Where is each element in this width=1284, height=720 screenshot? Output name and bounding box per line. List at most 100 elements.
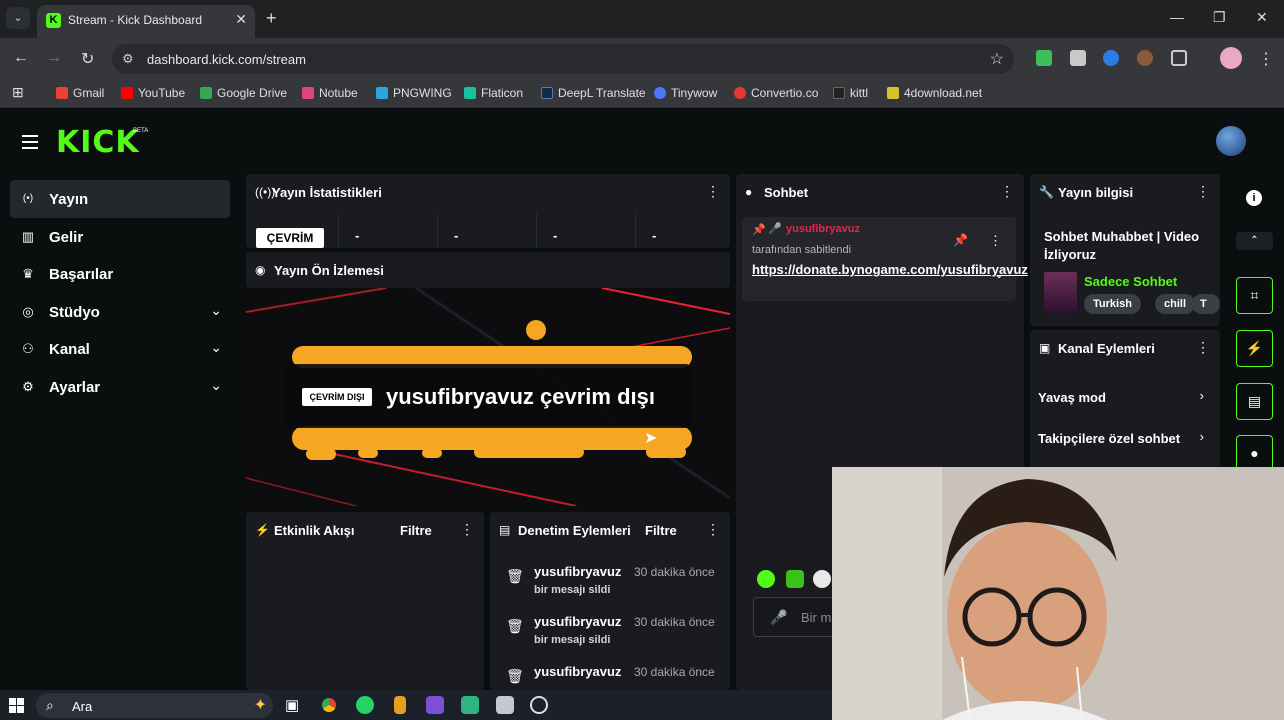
bookmark-kittl[interactable]: kittl: [833, 86, 868, 100]
address-bar[interactable]: ⚙ dashboard.kick.com/stream ☆: [112, 44, 1014, 74]
window-close-icon[interactable]: ✕: [1256, 9, 1268, 26]
close-tab-icon[interactable]: ✕: [235, 11, 247, 28]
log-user[interactable]: yusufibryavuz: [534, 614, 621, 629]
taskbar-search[interactable]: ⌕ Ara ✦: [36, 693, 273, 718]
extension-brown-icon[interactable]: [1137, 50, 1153, 66]
stream-title[interactable]: Sohbet Muhabbet | Video İzliyoruz: [1044, 228, 1214, 264]
chevron-right-icon[interactable]: ›: [1200, 388, 1204, 403]
pinned-link[interactable]: https://donate.bynogame.com/yusufibryavu…: [752, 261, 1028, 279]
bookmark-4download[interactable]: 4download.net: [887, 86, 982, 100]
more-options-icon[interactable]: ⋮: [1196, 183, 1210, 200]
stream-info-panel: 🔧 Yayın bilgisi ⋮ Sohbet Muhabbet | Vide…: [1030, 174, 1220, 326]
log-user[interactable]: yusufibryavuz: [534, 564, 621, 579]
sidebar-item-ayarlar[interactable]: ⚙ Ayarlar ⌄: [10, 368, 230, 406]
stream-tag[interactable]: chill: [1155, 294, 1196, 314]
rail-collapse-button[interactable]: ⌃: [1236, 232, 1273, 250]
task-view-icon[interactable]: ▣: [285, 696, 299, 714]
stream-preview[interactable]: ÇEVRİM DIŞI yusufibryavuz çevrim dışı ➤: [246, 288, 730, 506]
app-green-icon[interactable]: [461, 696, 479, 714]
maximize-icon[interactable]: ❐: [1213, 9, 1226, 26]
site-info-icon[interactable]: ⚙: [122, 51, 134, 67]
activity-feed-panel: ⚡ Etkinlik Akışı Filtre ⋮: [246, 512, 484, 690]
bookmark-gmail[interactable]: Gmail: [56, 86, 104, 100]
more-options-icon[interactable]: ⋮: [706, 183, 720, 200]
bookmark-notube[interactable]: Notube: [302, 86, 358, 100]
sidebar-item-kanal[interactable]: ⚇ Kanal ⌄: [10, 330, 230, 368]
filter-button[interactable]: Filtre: [400, 523, 432, 538]
stream-tag[interactable]: Turkish: [1084, 294, 1141, 314]
bookmark-star-icon[interactable]: ☆: [990, 49, 1004, 69]
user-avatar[interactable]: [1216, 126, 1246, 156]
menu-hamburger-icon[interactable]: [22, 135, 38, 153]
chevron-down-icon[interactable]: ⌄: [210, 302, 222, 319]
status-badge: ÇEVRİM: [256, 228, 324, 248]
extension-blue-icon[interactable]: [1103, 50, 1119, 66]
extension-shield-icon[interactable]: [1036, 50, 1052, 66]
app-yellow-icon[interactable]: [394, 696, 406, 714]
lightning-icon[interactable]: ⚡: [1236, 330, 1273, 367]
minimize-icon[interactable]: —: [1170, 9, 1184, 25]
chrome-icon[interactable]: [320, 696, 338, 714]
emote-ghost-icon[interactable]: [757, 570, 775, 588]
forward-icon[interactable]: →: [46, 49, 62, 67]
beta-badge: BETA: [133, 128, 149, 134]
profile-avatar[interactable]: [1220, 47, 1242, 69]
more-options-icon[interactable]: ⋮: [706, 521, 720, 538]
new-tab-button[interactable]: +: [266, 8, 277, 29]
tab-search-button[interactable]: ⌄: [6, 7, 30, 29]
more-options-icon[interactable]: ⋮: [1000, 183, 1014, 200]
chart-icon: ▥: [21, 228, 35, 244]
chevron-down-icon[interactable]: ⌄: [994, 267, 1004, 281]
unpin-icon[interactable]: 📌: [953, 233, 968, 247]
whatsapp-icon[interactable]: [356, 696, 374, 714]
stream-tag[interactable]: T: [1192, 294, 1220, 314]
slow-mode-action[interactable]: Yavaş mod: [1038, 390, 1106, 405]
log-user[interactable]: yusufibryavuz: [534, 664, 621, 679]
sidebar-item-yayin[interactable]: (•) Yayın: [10, 180, 230, 218]
windows-start-icon[interactable]: [9, 698, 24, 713]
bookmark-flaticon[interactable]: Flaticon: [464, 86, 523, 100]
sidebar-item-basarilar[interactable]: ♛ Başarılar: [10, 255, 230, 293]
address-url[interactable]: dashboard.kick.com/stream: [147, 52, 306, 67]
back-icon[interactable]: ←: [13, 49, 29, 67]
bookmark-deepl[interactable]: DeepL Translate: [541, 86, 646, 100]
kick-logo[interactable]: KICK: [56, 125, 140, 160]
panel-title: Sohbet: [764, 185, 809, 200]
pinned-username[interactable]: yusufibryavuz: [786, 223, 860, 235]
info-icon[interactable]: i: [1246, 190, 1262, 206]
emote-skull-icon[interactable]: [813, 570, 831, 588]
reload-icon[interactable]: ↻: [81, 49, 94, 69]
bookmark-convertio[interactable]: Convertio.co: [734, 86, 818, 100]
sidebar-item-gelir[interactable]: ▥ Gelir: [10, 218, 230, 256]
bookmark-tinywow[interactable]: Tinywow: [654, 86, 717, 100]
app-gray-icon[interactable]: [496, 696, 514, 714]
more-options-icon[interactable]: ⋮: [989, 233, 1002, 249]
bookmark-pngwing[interactable]: PNGWING: [376, 86, 452, 100]
chevron-right-icon[interactable]: ›: [1200, 429, 1204, 444]
bookmark-youtube[interactable]: YouTube: [121, 86, 185, 100]
followers-only-action[interactable]: Takipçilere özel sohbet: [1038, 431, 1180, 446]
screenshot-icon[interactable]: ⌗: [1236, 277, 1273, 314]
sidebar-item-studyo[interactable]: ◎ Stüdyo ⌄: [10, 293, 230, 331]
clipchamp-icon[interactable]: [426, 696, 444, 714]
log-time: 30 dakika önce: [634, 665, 715, 679]
more-options-icon[interactable]: ⋮: [1196, 339, 1210, 356]
browser-toolbar: ← → ↻ ⚙ dashboard.kick.com/stream ☆ ⋮: [0, 38, 1284, 80]
trash-icon: 🗑: [506, 668, 524, 684]
extensions-puzzle-icon[interactable]: [1171, 50, 1187, 66]
browser-menu-icon[interactable]: ⋮: [1258, 49, 1274, 69]
filter-button[interactable]: Filtre: [645, 523, 677, 538]
bookmark-google-drive[interactable]: Google Drive: [200, 86, 287, 100]
obs-icon[interactable]: [530, 696, 548, 714]
extension-shield-gray-icon[interactable]: [1070, 50, 1086, 66]
more-options-icon[interactable]: ⋮: [460, 521, 474, 538]
chevron-down-icon[interactable]: ⌄: [210, 377, 222, 394]
stream-category[interactable]: Sadece Sohbet: [1084, 274, 1177, 289]
emote-gift-icon[interactable]: [786, 570, 804, 588]
document-icon[interactable]: ▤: [1236, 383, 1273, 420]
log-time: 30 dakika önce: [634, 565, 715, 579]
chevron-down-icon[interactable]: ⌄: [210, 339, 222, 356]
category-thumbnail[interactable]: [1044, 272, 1077, 314]
browser-tab[interactable]: K Stream - Kick Dashboard ✕: [37, 5, 255, 38]
apps-grid-icon[interactable]: ⊞: [12, 84, 24, 101]
